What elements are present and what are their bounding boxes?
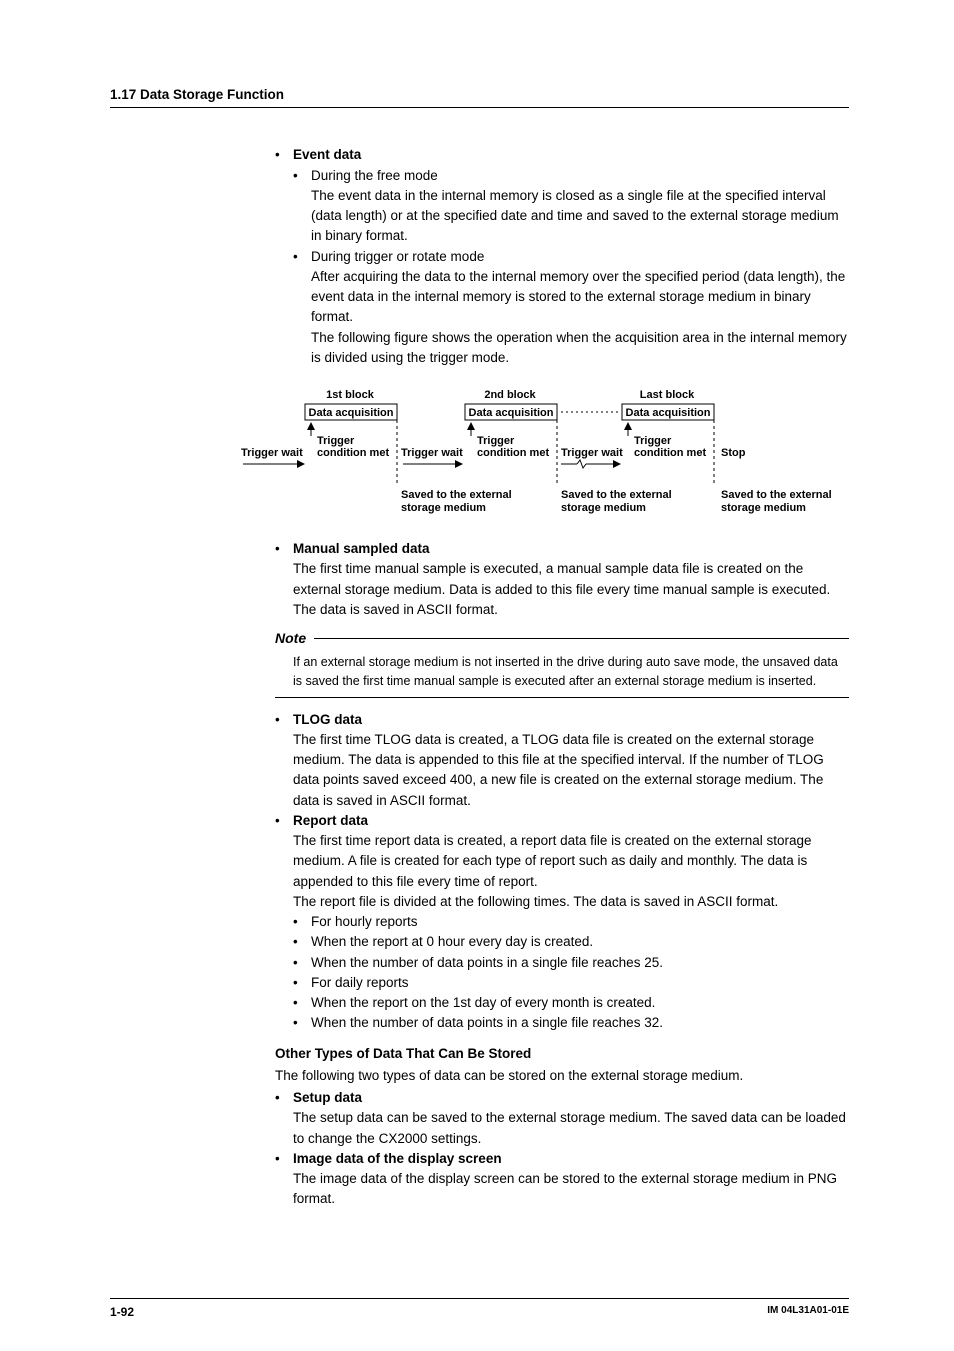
svg-text:Saved to the external: Saved to the external (401, 489, 512, 501)
note-text: If an external storage medium is not ins… (275, 649, 849, 697)
svg-text:condition met: condition met (477, 447, 549, 459)
svg-text:Data acquisition: Data acquisition (469, 407, 554, 419)
svg-text:Trigger wait: Trigger wait (401, 447, 463, 459)
svg-text:storage medium: storage medium (401, 502, 486, 514)
bullet: • (293, 973, 311, 993)
note-rule-bottom (275, 697, 849, 698)
bullet: • (293, 932, 311, 952)
svg-text:Trigger: Trigger (477, 435, 515, 447)
bullet: • (293, 993, 311, 1013)
svg-text:storage medium: storage medium (721, 502, 806, 514)
report-item: For daily reports (311, 973, 409, 993)
svg-text:Trigger wait: Trigger wait (561, 447, 623, 459)
svg-text:Stop: Stop (721, 447, 746, 459)
manual-title: Manual sampled data (293, 539, 430, 559)
svg-text:2nd block: 2nd block (484, 389, 536, 401)
bullet: • (275, 1149, 293, 1169)
body-content: • Event data • During the free mode The … (110, 145, 849, 1209)
report-text2: The report file is divided at the follow… (275, 892, 849, 912)
report-item: For hourly reports (311, 912, 418, 932)
svg-text:Data acquisition: Data acquisition (626, 407, 711, 419)
event-title: Event data (293, 145, 361, 165)
svg-text:Trigger: Trigger (634, 435, 672, 447)
svg-text:1st block: 1st block (326, 389, 375, 401)
report-item: When the report at 0 hour every day is c… (311, 932, 593, 952)
other-title: Other Types of Data That Can Be Stored (275, 1044, 849, 1064)
trigger-mode-diagram: 1st block 2nd block Last block Data acqu… (235, 386, 849, 521)
bullet: • (293, 247, 311, 267)
bullet: • (275, 145, 293, 165)
bullet: • (293, 953, 311, 973)
image-text: The image data of the display screen can… (275, 1169, 849, 1210)
doc-id: IM 04L31A01-01E (767, 1303, 849, 1321)
bullet: • (275, 539, 293, 559)
note-label: Note (275, 628, 306, 649)
bullet: • (293, 912, 311, 932)
svg-text:Saved to the external: Saved to the external (561, 489, 672, 501)
svg-text:Trigger wait: Trigger wait (241, 447, 303, 459)
event-free-label: During the free mode (311, 166, 438, 186)
report-item: When the number of data points in a sing… (311, 953, 663, 973)
bullet: • (275, 1088, 293, 1108)
svg-text:condition met: condition met (317, 447, 389, 459)
report-item: When the number of data points in a sing… (311, 1013, 663, 1033)
svg-text:Last block: Last block (640, 389, 695, 401)
svg-text:Saved to the external: Saved to the external (721, 489, 832, 501)
svg-text:Trigger: Trigger (317, 435, 355, 447)
manual-text: The first time manual sample is executed… (275, 559, 849, 620)
setup-title: Setup data (293, 1088, 362, 1108)
tlog-text: The first time TLOG data is created, a T… (275, 730, 849, 811)
event-free-text: The event data in the internal memory is… (293, 186, 849, 247)
event-trigger-text2: The following figure shows the operation… (293, 328, 849, 369)
page-number: 1-92 (110, 1303, 134, 1321)
event-trigger-label: During trigger or rotate mode (311, 247, 484, 267)
event-trigger-text1: After acquiring the data to the internal… (293, 267, 849, 328)
svg-text:Data acquisition: Data acquisition (309, 407, 394, 419)
image-title: Image data of the display screen (293, 1149, 502, 1169)
report-title: Report data (293, 811, 368, 831)
svg-text:condition met: condition met (634, 447, 706, 459)
bullet: • (293, 1013, 311, 1033)
bullet: • (293, 166, 311, 186)
report-item: When the report on the 1st day of every … (311, 993, 655, 1013)
note-rule-top (314, 638, 849, 639)
section-header: 1.17 Data Storage Function (110, 85, 849, 108)
bullet: • (275, 811, 293, 831)
report-text1: The first time report data is created, a… (275, 831, 849, 892)
svg-text:storage medium: storage medium (561, 502, 646, 514)
setup-text: The setup data can be saved to the exter… (275, 1108, 849, 1149)
tlog-title: TLOG data (293, 710, 362, 730)
other-intro: The following two types of data can be s… (275, 1066, 849, 1086)
bullet: • (275, 710, 293, 730)
